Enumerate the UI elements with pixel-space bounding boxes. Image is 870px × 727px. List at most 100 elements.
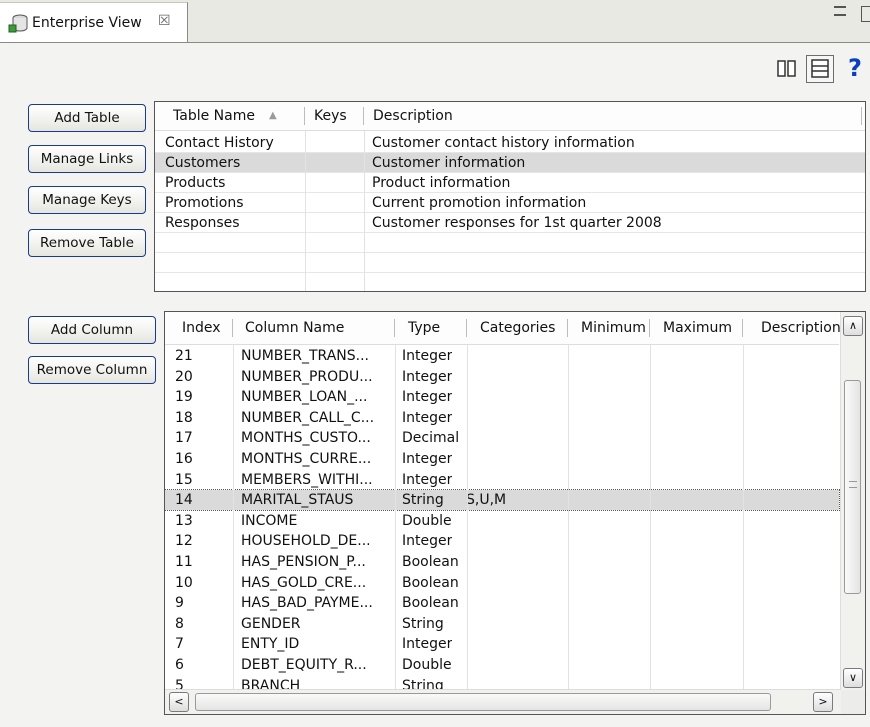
- tables-list[interactable]: Table Name ▲ Keys Description Contact Hi…: [154, 101, 866, 292]
- header-keys[interactable]: Keys: [314, 102, 347, 130]
- column-divider[interactable]: [466, 319, 467, 337]
- index-cell: 11: [175, 554, 193, 570]
- column-row[interactable]: 18 NUMBER_CALL_C... Integer: [165, 408, 839, 428]
- type-cell: String: [402, 492, 444, 509]
- vertical-scrollbar[interactable]: ∧ ∨: [840, 312, 865, 692]
- table-row[interactable]: Customers Customer information: [155, 153, 865, 173]
- column-divider[interactable]: [394, 319, 395, 337]
- column-row[interactable]: 19 NUMBER_LOAN_... Integer: [165, 387, 839, 407]
- grid-line: [467, 345, 468, 695]
- type-cell: Integer: [402, 368, 453, 385]
- type-cell: Integer: [402, 471, 453, 488]
- column-row[interactable]: 16 MONTHS_CURRE... Integer: [165, 449, 839, 469]
- column-row[interactable]: 12 HOUSEHOLD_DE... Integer: [165, 531, 839, 551]
- remove-table-button[interactable]: Remove Table: [28, 229, 146, 257]
- column-divider[interactable]: [742, 319, 743, 337]
- column-divider[interactable]: [232, 319, 233, 337]
- add-table-button[interactable]: Add Table: [28, 104, 146, 132]
- horizontal-scrollbar[interactable]: < >: [165, 689, 841, 714]
- help-icon[interactable]: ?: [848, 54, 862, 82]
- column-row[interactable]: 17 MONTHS_CUSTO... Decimal: [165, 428, 839, 448]
- index-cell: 17: [175, 430, 193, 447]
- description-cell: Current promotion information: [372, 195, 587, 211]
- column-divider[interactable]: [304, 107, 305, 125]
- table-name-cell: Promotions: [165, 195, 244, 211]
- column-name-cell: NUMBER_TRANS...: [241, 348, 369, 364]
- column-name-cell: DEBT_EQUITY_R...: [241, 657, 367, 673]
- scroll-left-icon[interactable]: <: [169, 692, 189, 712]
- column-name-cell: MONTHS_CURRE...: [241, 451, 372, 467]
- minimize-icon[interactable]: [834, 6, 846, 16]
- index-cell: 7: [175, 636, 184, 653]
- grid-line: [395, 345, 396, 695]
- header-description[interactable]: Description: [373, 102, 453, 130]
- type-cell: Decimal: [402, 430, 460, 447]
- header-description[interactable]: Description: [761, 312, 841, 344]
- column-name-cell: HAS_BAD_PAYME...: [241, 595, 373, 612]
- table-row[interactable]: [155, 233, 865, 253]
- table-row[interactable]: Responses Customer responses for 1st quar…: [155, 213, 865, 233]
- table-name-cell: Contact History: [165, 135, 274, 151]
- column-name-cell: GENDER: [241, 615, 301, 632]
- column-divider[interactable]: [363, 107, 364, 125]
- column-name-cell: ENTY_ID: [241, 636, 300, 653]
- index-cell: 12: [175, 533, 193, 550]
- type-cell: Double: [402, 657, 452, 673]
- row-layout-icon[interactable]: [806, 55, 834, 83]
- column-row[interactable]: 6 DEBT_EQUITY_R... Double: [165, 655, 839, 675]
- close-icon[interactable]: ☒: [158, 13, 171, 29]
- vertical-scroll-thumb[interactable]: [844, 380, 861, 594]
- table-row[interactable]: Contact History Customer contact history …: [155, 133, 865, 153]
- column-row[interactable]: 8 GENDER String: [165, 614, 839, 634]
- column-row[interactable]: 11 HAS_PENSION_P... Boolean: [165, 552, 839, 572]
- horizontal-scroll-thumb[interactable]: [195, 693, 771, 711]
- column-name-cell: HAS_GOLD_CRE...: [241, 574, 367, 591]
- manage-links-button[interactable]: Manage Links: [28, 145, 146, 173]
- database-icon: [8, 14, 30, 34]
- column-row[interactable]: 20 NUMBER_PRODU... Integer: [165, 367, 839, 387]
- table-name-cell: Customers: [165, 155, 241, 171]
- header-minimum[interactable]: Minimum: [581, 312, 646, 344]
- manage-keys-button[interactable]: Manage Keys: [28, 186, 146, 214]
- type-cell: Integer: [402, 636, 453, 653]
- column-row[interactable]: 21 NUMBER_TRANS... Integer: [165, 346, 839, 366]
- header-table-name[interactable]: Table Name: [173, 102, 255, 130]
- column-name-cell: HOUSEHOLD_DE...: [241, 533, 371, 550]
- grid-line: [650, 345, 651, 695]
- header-index[interactable]: Index: [182, 312, 221, 344]
- column-row[interactable]: 7 ENTY_ID Integer: [165, 634, 839, 654]
- column-divider[interactable]: [567, 319, 568, 337]
- header-maximum[interactable]: Maximum: [663, 312, 732, 344]
- enterprise-view-tab[interactable]: Enterprise View ☒: [0, 2, 188, 42]
- table-row[interactable]: [155, 273, 865, 291]
- columns-grid[interactable]: Index Column Name Type Categories Minimu…: [164, 311, 866, 715]
- column-row[interactable]: 15 MEMBERS_WITHI... Integer: [165, 470, 839, 490]
- index-cell: 9: [175, 595, 184, 612]
- sort-ascending-icon: ▲: [269, 110, 277, 121]
- maximize-icon[interactable]: [861, 6, 870, 22]
- scroll-right-icon[interactable]: >: [813, 692, 833, 712]
- column-row[interactable]: 13 INCOME Double: [165, 511, 839, 531]
- column-divider[interactable]: [649, 319, 650, 337]
- table-row[interactable]: Promotions Current promotion information: [155, 193, 865, 213]
- remove-column-button[interactable]: Remove Column: [28, 356, 156, 384]
- description-cell: Customer information: [372, 155, 526, 171]
- type-cell: Integer: [402, 533, 453, 550]
- description-cell: Product information: [372, 175, 511, 191]
- index-cell: 16: [175, 451, 193, 467]
- add-column-button[interactable]: Add Column: [28, 316, 156, 344]
- header-type[interactable]: Type: [408, 312, 440, 344]
- column-row[interactable]: 10 HAS_GOLD_CRE... Boolean: [165, 573, 839, 593]
- table-row[interactable]: [155, 253, 865, 273]
- column-divider[interactable]: [861, 107, 862, 125]
- column-layout-icon[interactable]: [776, 58, 798, 80]
- column-name-cell: MONTHS_CUSTO...: [241, 430, 371, 447]
- header-column-name[interactable]: Column Name: [245, 312, 344, 344]
- table-row[interactable]: Products Product information: [155, 173, 865, 193]
- index-cell: 21: [175, 348, 193, 364]
- column-row[interactable]: 14 MARITAL_STAUS String S,U,M: [165, 489, 840, 512]
- column-row[interactable]: 9 HAS_BAD_PAYME... Boolean: [165, 593, 839, 613]
- scroll-up-icon[interactable]: ∧: [843, 316, 863, 336]
- scroll-down-icon[interactable]: ∨: [843, 668, 863, 688]
- header-categories[interactable]: Categories: [480, 312, 555, 344]
